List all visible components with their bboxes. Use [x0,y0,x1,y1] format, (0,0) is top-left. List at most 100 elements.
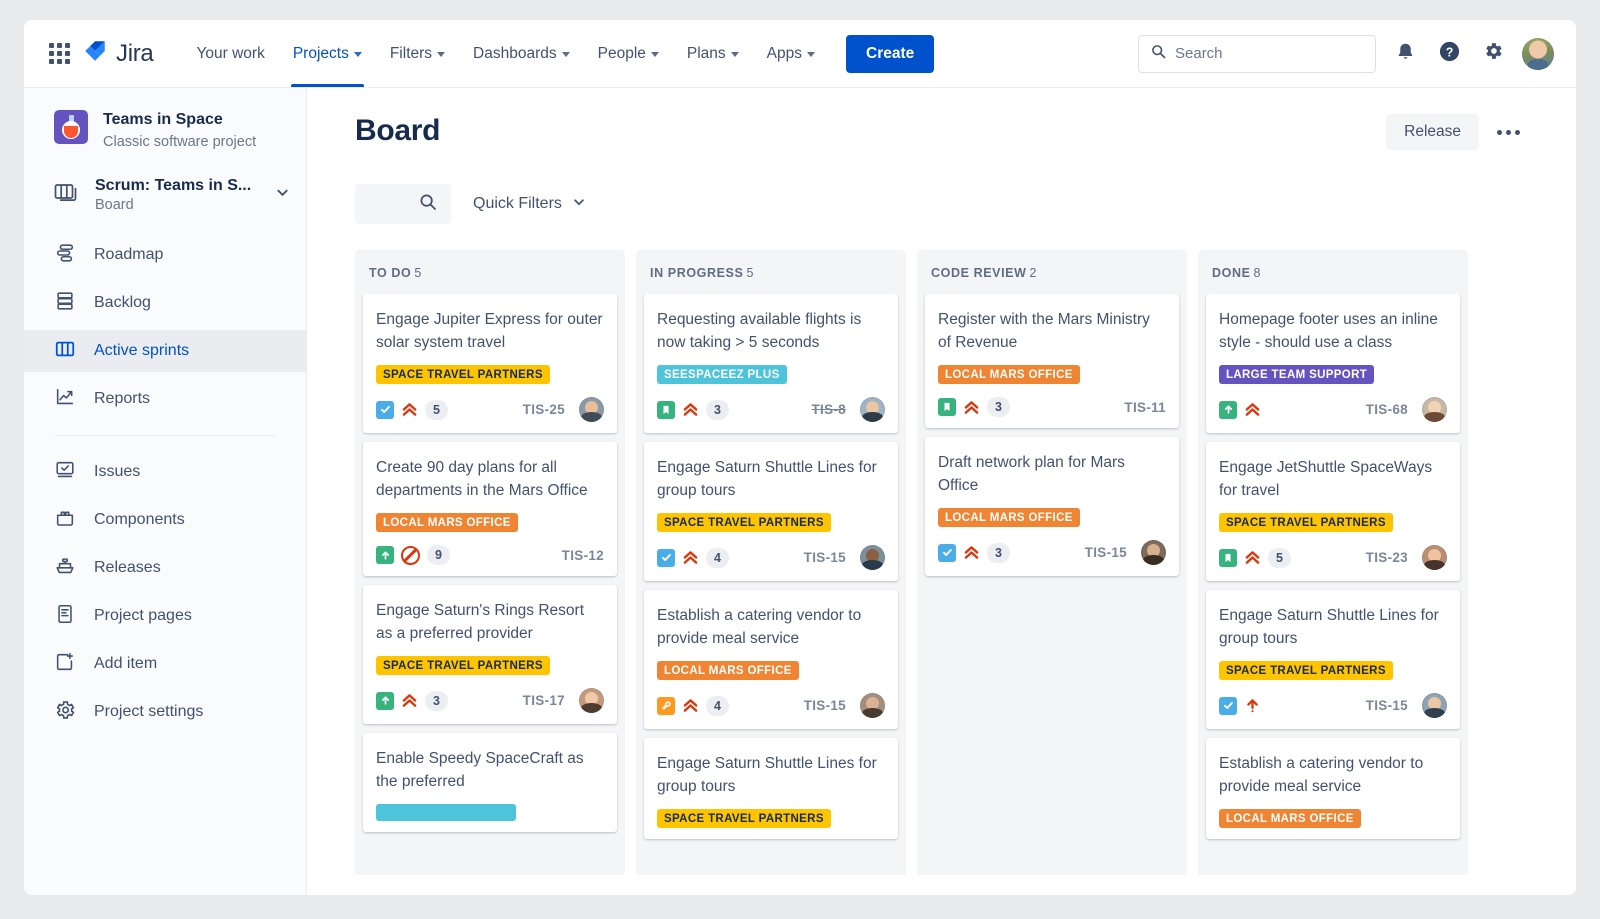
board-card[interactable]: Register with the Mars Ministry of Reven… [925,294,1179,428]
card-title: Engage JetShuttle SpaceWays for travel [1219,459,1433,499]
nav-item-projects[interactable]: Projects [280,20,375,87]
sidebar-item-label: Add item [94,655,158,672]
create-button[interactable]: Create [846,34,935,73]
nav-item-your-work[interactable]: Your work [183,20,277,87]
column-name: IN PROGRESS [650,266,744,280]
sidebar-item-roadmap[interactable]: Roadmap [24,234,306,276]
card-labels: Space Travel Partners [376,656,604,675]
assignee-avatar[interactable] [860,545,885,570]
card-title: Engage Saturn Shuttle Lines for group to… [657,459,877,499]
nav-item-plans[interactable]: Plans [674,20,752,87]
card-labels: SeeSpaceEZ Plus [657,365,885,384]
page-doc-icon [54,603,76,630]
app-switcher-button[interactable] [42,37,76,71]
sidebar-item-backlog[interactable]: Backlog [24,282,306,324]
nav-item-filters[interactable]: Filters [377,20,458,87]
card-label: Space Travel Partners [657,513,831,532]
assignee-avatar[interactable] [1422,545,1447,570]
top-navigation-bar: Jira Your work Projects Filters Dashboar… [24,20,1576,88]
sidebar-item-reports[interactable]: Reports [24,378,306,420]
card-label [376,804,516,821]
sidebar-item-releases[interactable]: Releases [24,547,306,589]
backlog-icon [54,290,76,317]
project-name: Teams in Space [103,111,223,128]
card-title: Requesting available flights is now taki… [657,311,862,351]
board-card[interactable]: Create 90 day plans for all departments … [363,442,617,576]
card-labels: Local Mars Office [938,508,1166,527]
jira-home-link[interactable]: Jira [82,38,154,69]
board-card[interactable]: Requesting available flights is now taki… [644,294,898,433]
task-icon [376,691,394,710]
brand-name: Jira [116,39,154,67]
settings-button[interactable] [1478,39,1508,69]
assignee-avatar[interactable] [860,397,885,422]
nav-item-apps[interactable]: Apps [754,20,828,87]
chevron-down-icon [650,52,659,57]
card-title: Homepage footer uses an inline style - s… [1219,311,1438,351]
assignee-avatar[interactable] [1141,540,1166,565]
assignee-avatar[interactable] [579,397,604,422]
card-footer: 5 TIS-25 [376,397,604,422]
sidebar-project-header[interactable]: Teams in Space Classic software project [24,110,306,151]
help-button[interactable]: ? [1434,39,1464,69]
card-key: TIS-8 [811,402,846,417]
card-key: TIS-17 [522,693,565,708]
sidebar-item-add-item[interactable]: Add item [24,643,306,685]
sidebar-item-label: Issues [94,463,141,480]
release-button[interactable]: Release [1386,114,1479,150]
board-card[interactable]: Engage Saturn Shuttle Lines for group to… [1206,590,1460,729]
sidebar-item-active-sprints[interactable]: Active sprints [24,330,306,372]
assignee-avatar[interactable] [1422,397,1447,422]
board-column-done: DONE 8 Homepage footer uses an inline sty… [1198,250,1468,890]
board-card[interactable]: Engage JetShuttle SpaceWays for travel S… [1206,442,1460,581]
card-title: Enable Speedy SpaceCraft as the preferre… [376,750,584,790]
user-avatar[interactable] [1522,37,1554,70]
sidebar-nav-top: Roadmap Backlog Active sprints Reports [24,231,306,423]
board-search-input[interactable] [355,184,451,224]
assignee-avatar[interactable] [860,693,885,718]
card-labels: Local Mars Office [1219,809,1447,828]
card-label: Local Mars Office [1219,809,1361,828]
flask-project-icon [54,110,88,144]
assignee-avatar[interactable] [1422,693,1447,718]
notifications-button[interactable] [1390,39,1420,69]
board-card[interactable]: Draft network plan for Mars Office Local… [925,437,1179,576]
sidebar-board-selector[interactable]: Scrum: Teams in S... Board [24,177,306,213]
sidebar-item-project-settings[interactable]: Project settings [24,691,306,733]
card-labels: Space Travel Partners [1219,513,1447,532]
nav-item-people[interactable]: People [585,20,672,87]
board-card[interactable]: Homepage footer uses an inline style - s… [1206,294,1460,433]
board-card[interactable]: Engage Saturn Shuttle Lines for group to… [644,738,898,839]
card-key: TIS-23 [1365,550,1408,565]
board-toolbar: Quick Filters [355,184,1576,224]
sidebar-item-issues[interactable]: Issues [24,451,306,493]
nav-right-actions: ? [1138,34,1554,73]
global-search[interactable] [1138,34,1376,73]
story-points: 3 [706,399,729,420]
quick-filters-dropdown[interactable]: Quick Filters [473,195,586,214]
sidebar-item-components[interactable]: Components [24,499,306,541]
card-labels: Space Travel Partners [657,809,885,828]
nav-item-dashboards[interactable]: Dashboards [460,20,583,87]
search-input[interactable] [1175,45,1363,62]
sidebar-item-project-pages[interactable]: Project pages [24,595,306,637]
bell-icon [1395,41,1416,67]
card-footer: 9 TIS-12 [376,545,604,565]
board-card[interactable]: Engage Jupiter Express for outer solar s… [363,294,617,433]
board-card[interactable]: Establish a catering vendor to provide m… [644,590,898,729]
card-title: Create 90 day plans for all departments … [376,459,588,499]
board-card[interactable]: Engage Saturn's Rings Resort as a prefer… [363,585,617,724]
app-body: Teams in Space Classic software project … [24,88,1576,895]
board-card[interactable]: Enable Speedy SpaceCraft as the preferre… [363,733,617,832]
story-icon [657,548,675,567]
story-icon [938,543,956,562]
board-more-actions-button[interactable] [1491,122,1526,143]
card-title: Establish a catering vendor to provide m… [657,607,862,647]
chevron-down-icon[interactable] [275,185,290,205]
board-card[interactable]: Establish a catering vendor to provide m… [1206,738,1460,839]
assignee-avatar[interactable] [579,688,604,713]
grid-apps-icon [48,43,70,64]
gear-icon [54,699,76,726]
sidebar-item-label: Project settings [94,703,204,720]
board-card[interactable]: Engage Saturn Shuttle Lines for group to… [644,442,898,581]
